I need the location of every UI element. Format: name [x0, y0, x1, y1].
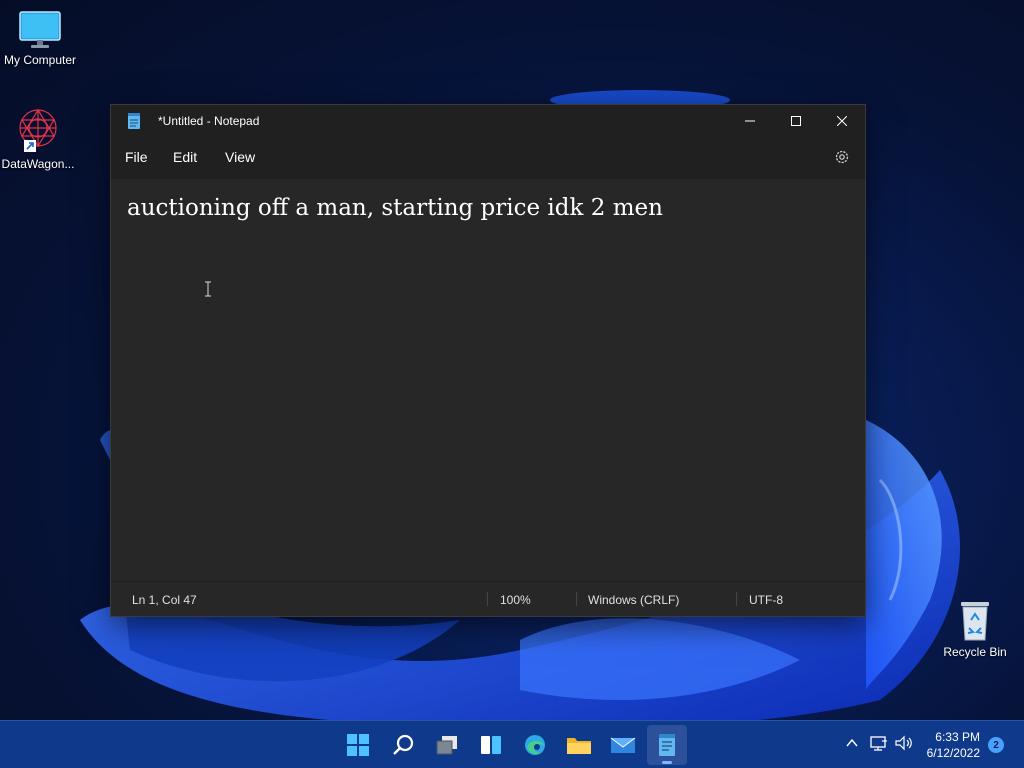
desktop-icon-datawagon[interactable]: DataWagon...	[0, 106, 78, 171]
clock-time: 6:33 PM	[935, 730, 980, 744]
close-button[interactable]	[819, 105, 865, 137]
status-divider	[736, 592, 737, 606]
desktop-icon-recycle-bin[interactable]: Recycle Bin	[935, 598, 1015, 659]
window-title: *Untitled - Notepad	[158, 114, 260, 128]
widgets-button[interactable]	[471, 725, 511, 765]
settings-gear-icon[interactable]	[833, 148, 851, 166]
status-divider	[576, 592, 577, 606]
status-bar: Ln 1, Col 47 100% Windows (CRLF) UTF-8	[111, 581, 865, 616]
start-button[interactable]	[338, 725, 378, 765]
search-icon	[393, 734, 414, 755]
desktop: My Computer DataWagon... Recycle Bin *Un…	[0, 0, 1024, 768]
file-explorer-button[interactable]	[559, 725, 599, 765]
status-divider	[487, 592, 488, 606]
file-explorer-icon	[567, 738, 591, 754]
maximize-button[interactable]	[773, 105, 819, 137]
close-icon	[837, 116, 847, 126]
edge-icon	[525, 735, 545, 755]
document-text[interactable]: auctioning off a man, starting price idk…	[127, 195, 663, 221]
notification-badge[interactable]: 2	[988, 737, 1004, 753]
taskbar: 6:33 PM 6/12/2022 2	[0, 720, 1024, 768]
widgets-icon	[481, 736, 501, 754]
notepad-icon	[659, 734, 675, 756]
notepad-window[interactable]: *Untitled - Notepad File Edit View aucti…	[110, 104, 866, 617]
status-zoom: 100%	[500, 593, 531, 607]
status-cursor-position: Ln 1, Col 47	[132, 593, 197, 607]
minimize-button[interactable]	[727, 105, 773, 137]
desktop-icon-label: Recycle Bin	[943, 645, 1007, 659]
minimize-icon	[745, 120, 755, 122]
datawagon-shortcut-icon	[19, 108, 57, 152]
notepad-taskbar-button[interactable]	[647, 725, 687, 765]
search-button[interactable]	[383, 725, 423, 765]
status-encoding: UTF-8	[749, 593, 783, 607]
maximize-icon	[791, 116, 801, 126]
menu-file[interactable]: File	[125, 149, 148, 165]
desktop-icon-label: My Computer	[3, 53, 77, 67]
text-cursor-icon	[205, 281, 211, 297]
mail-button[interactable]	[603, 725, 643, 765]
start-icon	[347, 734, 369, 756]
task-view-button[interactable]	[427, 725, 467, 765]
menu-view[interactable]: View	[225, 149, 255, 165]
clock[interactable]: 6:33 PM 6/12/2022	[910, 729, 980, 761]
desktop-icon-my-computer[interactable]: My Computer	[0, 10, 80, 67]
monitor-icon	[19, 11, 61, 48]
status-line-ending: Windows (CRLF)	[588, 593, 680, 607]
text-editor-area[interactable]: auctioning off a man, starting price idk…	[111, 179, 865, 582]
clock-date: 6/12/2022	[926, 746, 980, 760]
notepad-app-icon	[128, 113, 140, 129]
mail-icon	[610, 737, 636, 753]
edge-button[interactable]	[515, 725, 555, 765]
network-icon[interactable]	[870, 735, 888, 751]
menu-bar: File Edit View	[111, 137, 865, 179]
menu-edit[interactable]: Edit	[173, 149, 197, 165]
recycle-bin-icon	[961, 602, 989, 641]
desktop-icon-label: DataWagon...	[1, 157, 75, 171]
task-view-icon	[436, 736, 457, 755]
chevron-up-icon[interactable]	[844, 735, 860, 751]
title-bar[interactable]: *Untitled - Notepad	[111, 105, 865, 137]
